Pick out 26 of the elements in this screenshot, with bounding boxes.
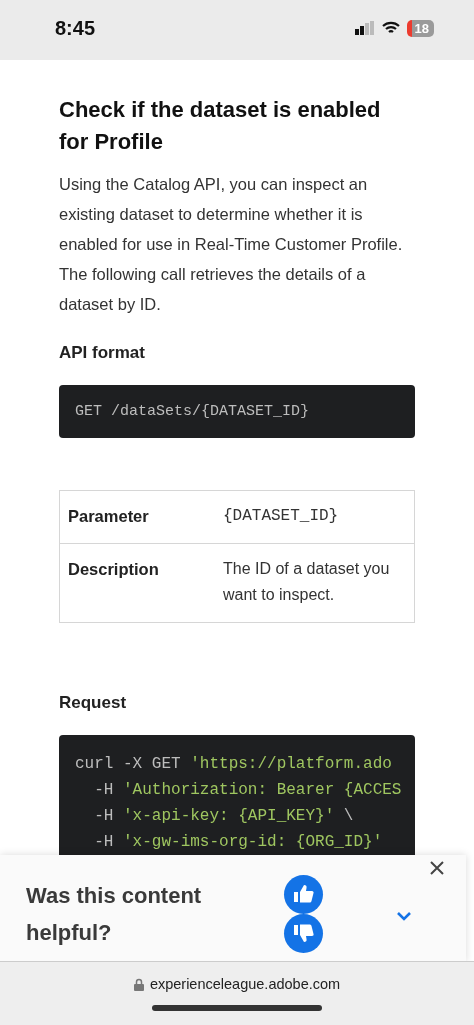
status-time: 8:45 [55,16,96,40]
section-heading: Check if the dataset is enabled for Profile [59,96,382,156]
thumbs-up-icon [293,885,314,903]
thumbs-up-button[interactable] [284,874,323,914]
table-header-cell-text: Parameter [67,506,150,527]
table-cell-text: The ID of a dataset you want to inspect. [223,559,391,605]
lock-icon [133,977,144,991]
close-button[interactable] [430,861,444,875]
battery-level: 18 [406,19,434,37]
signal-icon [354,21,375,35]
wifi-icon [381,21,400,35]
table-cell-text: {DATASET_ID} [223,506,340,527]
intro-paragraph: Using the Catalog API, you can inspect an existing dataset to determine whether it is enabled for use in Real-Time Customer Profile. The following call retrieves the details of a dataset by ID. [59,174,404,315]
feedback-question: Was this content helpful? [26,881,203,947]
code-line: -H 'x-api-key: {API_KEY}' \ [93,806,355,827]
code-line: -H 'Authorization: Bearer {ACCES [93,780,399,801]
table-header-cell-text: Description [67,559,160,580]
thumbs-down-button[interactable] [284,913,323,953]
code-line: curl -X GET 'https://platform.ado [75,754,393,775]
thumbs-down-icon [293,924,314,942]
api-format-heading: API format [59,343,146,363]
request-heading: Request [59,693,128,713]
chevron-down-button[interactable] [396,909,412,919]
code-line: -H 'x-gw-ims-org-id: {ORG_ID}' [93,832,384,853]
url-text[interactable]: experienceleague.adobe.com [149,976,341,992]
api-format-code: GET /dataSets/{DATASET_ID} [59,385,415,438]
